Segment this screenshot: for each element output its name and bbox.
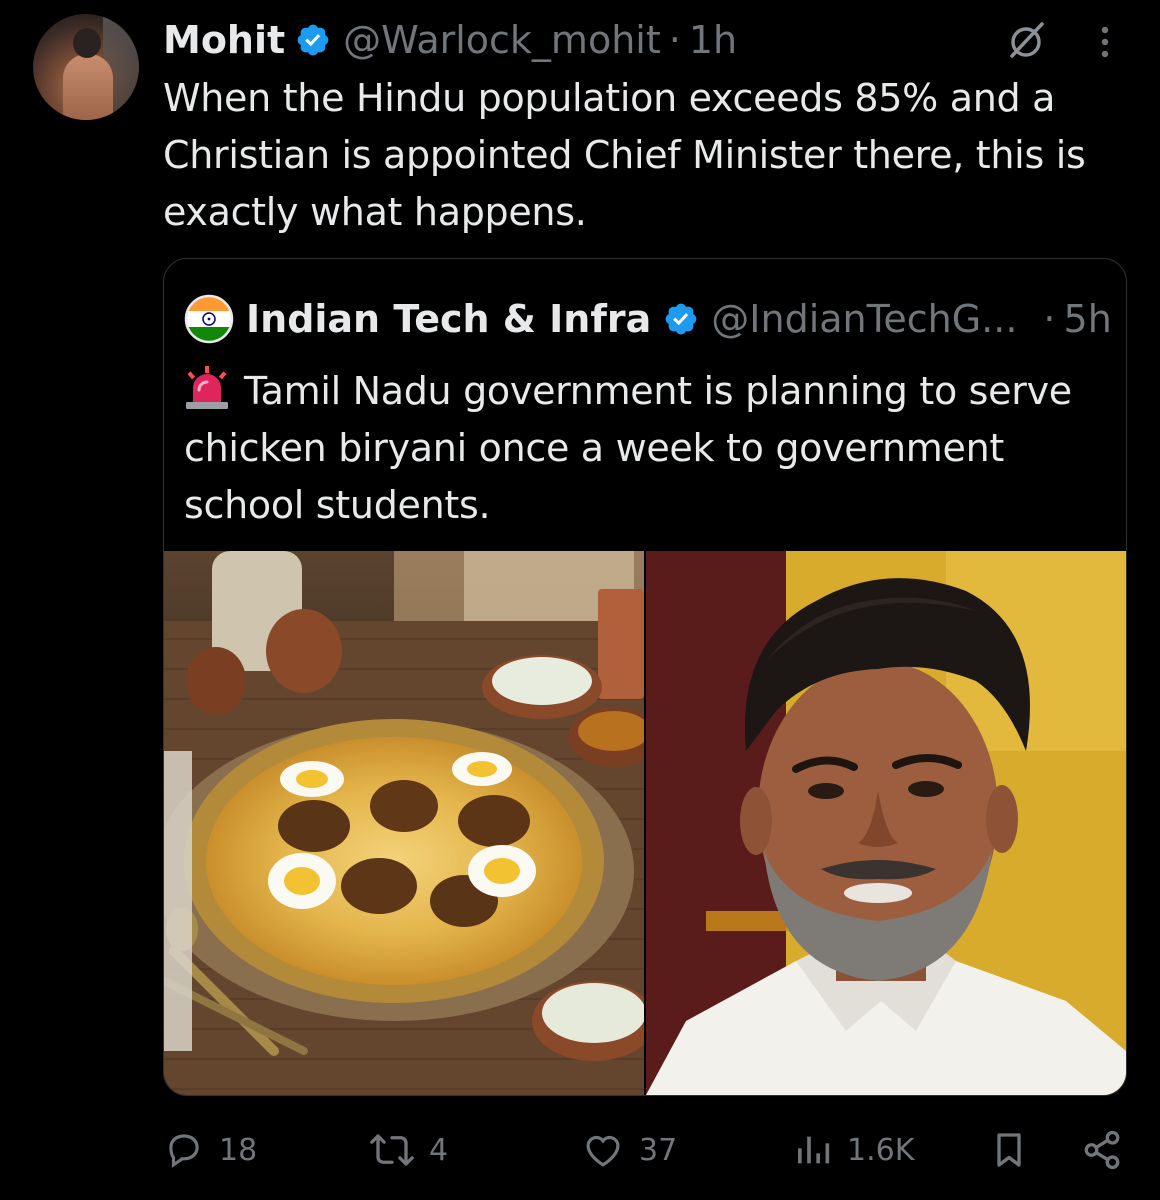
like-icon [586,1135,620,1167]
grok-icon[interactable] [1004,18,1048,62]
avatar[interactable] [33,14,139,120]
separator: · [1043,297,1056,341]
reply-button[interactable]: 18 [163,1122,257,1178]
quote-timestamp[interactable]: 5h [1064,297,1112,341]
timestamp[interactable]: 1h [689,18,737,62]
tweet-header: Mohit @Warlock_mohit · 1h [163,16,737,64]
siren-icon [186,366,228,409]
views-icon [798,1136,830,1164]
bookmark-button[interactable] [989,1122,1043,1178]
media-grid [164,551,1126,1095]
verified-badge-icon [297,24,329,56]
author-handle[interactable]: @Warlock_mohit [343,18,661,62]
like-count: 37 [639,1132,678,1168]
repost-button[interactable]: 4 [369,1122,448,1178]
share-button[interactable] [1081,1122,1137,1178]
portrait-image[interactable] [646,551,1126,1095]
action-bar: 18 4 37 1.6K [163,1122,1123,1178]
more-icon[interactable] [1092,22,1118,62]
reply-icon [169,1134,199,1168]
quote-author-name[interactable]: Indian Tech & Infra [246,297,651,341]
repost-icon [370,1134,414,1166]
repost-count: 4 [429,1132,449,1168]
verified-badge-icon [665,303,697,335]
tweet[interactable]: Mohit @Warlock_mohit · 1h When the Hindu… [0,0,1160,1200]
bookmark-icon [997,1133,1021,1167]
views-button[interactable]: 1.6K [793,1122,914,1178]
quoted-tweet[interactable]: Indian Tech & Infra @IndianTechG... · 5h… [163,258,1127,1096]
share-icon [1084,1130,1120,1170]
reply-count: 18 [219,1132,258,1168]
author-name[interactable]: Mohit [163,18,285,62]
india-flag-icon [184,294,234,344]
separator: · [668,18,681,62]
biryani-image[interactable] [164,551,644,1095]
quote-text-block: Tamil Nadu government is planning to ser… [184,363,1114,534]
quote-header: Indian Tech & Infra @IndianTechG... · 5h [184,291,1112,347]
like-button[interactable]: 37 [581,1122,677,1178]
quote-author-handle[interactable]: @IndianTechG... [711,297,1017,341]
quote-text: Tamil Nadu government is planning to ser… [184,369,1072,527]
views-count: 1.6K [847,1132,915,1168]
tweet-text: When the Hindu population exceeds 85% an… [163,76,1086,234]
